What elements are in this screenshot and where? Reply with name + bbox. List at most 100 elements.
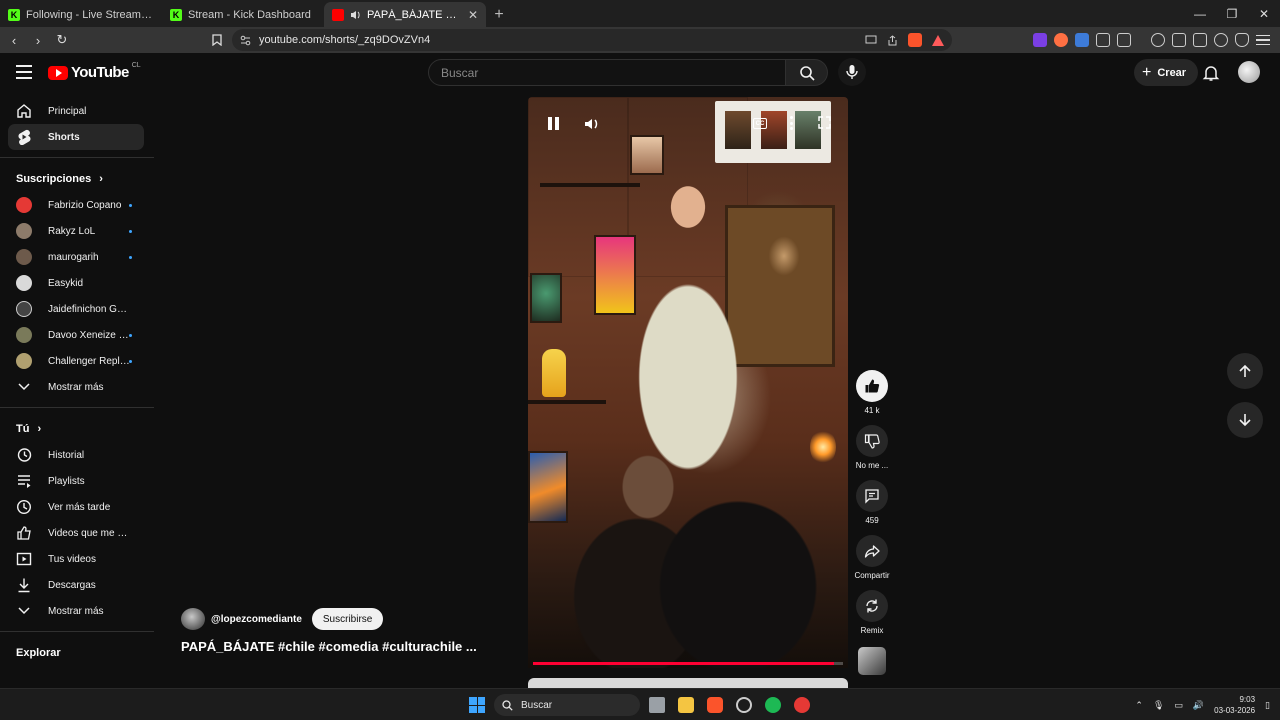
extension-icon[interactable]: [1054, 33, 1068, 47]
downloads-icon: [16, 577, 32, 593]
search-icon: [502, 699, 513, 711]
fullscreen-icon[interactable]: [818, 116, 831, 129]
short-video-player[interactable]: CC: [528, 97, 848, 668]
browser-tab-kick-dashboard[interactable]: K Stream - Kick Dashboard: [162, 2, 324, 27]
brave-rewards-icon[interactable]: [932, 34, 944, 46]
subscriptions-header[interactable]: Suscripciones ›: [0, 166, 154, 192]
cast-icon[interactable]: [865, 35, 877, 45]
notifications-icon[interactable]: ▯: [1265, 700, 1270, 711]
media-icon[interactable]: [1151, 33, 1165, 47]
sidebar-item-your-videos[interactable]: Tus videos: [8, 546, 144, 572]
channel-avatar[interactable]: [181, 608, 205, 630]
short-title[interactable]: PAPÁ_BÁJATE #chile #comedia #culturachil…: [181, 639, 477, 654]
sidebar-subscription-fabrizio-copano[interactable]: Fabrizio Copano: [8, 192, 144, 218]
taskbar-clock[interactable]: 9:03 03-03-2026: [1214, 694, 1255, 716]
back-icon[interactable]: ‹: [4, 30, 24, 50]
next-short-preview[interactable]: [528, 678, 848, 688]
brave-browser-icon[interactable]: [707, 697, 723, 713]
vpn-icon[interactable]: [1235, 33, 1249, 47]
reload-icon[interactable]: ↻: [52, 30, 72, 50]
like-count: 41 k: [864, 406, 880, 415]
subscribe-button[interactable]: Suscribirse: [311, 608, 384, 630]
voice-search-button[interactable]: [838, 58, 866, 86]
plus-icon: +: [1142, 63, 1152, 81]
channel-avatar: [16, 301, 32, 317]
microphone-icon[interactable]: 🎙: [1153, 700, 1164, 711]
extension-icon[interactable]: [1033, 33, 1047, 47]
sidebar-item-liked-videos[interactable]: Videos que me gus...: [8, 520, 144, 546]
bookmark-icon[interactable]: [208, 30, 226, 50]
url-text: youtube.com/shorts/_zq9DOvZVn4: [259, 34, 431, 46]
wallet-icon[interactable]: [1117, 33, 1131, 47]
brave-shields-icon[interactable]: [908, 33, 922, 47]
browser-tab-youtube-short[interactable]: PAPÁ_BÁJATE #chile #comedia ✕: [324, 2, 486, 27]
sidebar-divider: [0, 157, 154, 158]
network-icon[interactable]: ▭: [1174, 700, 1183, 711]
tab-audio-icon[interactable]: [350, 10, 361, 20]
create-button[interactable]: + Crear: [1134, 59, 1199, 86]
sidebar-item-shorts[interactable]: Shorts: [8, 124, 144, 150]
sidebar-show-more-you[interactable]: Mostrar más: [8, 598, 144, 624]
share-button[interactable]: [856, 535, 888, 567]
browser-tab-kick-following[interactable]: K Following - Live Streams on Kick: [0, 2, 162, 27]
sidebar-subscription-challenger-replays[interactable]: Challenger Repla...: [8, 348, 144, 374]
sidebar-subscription-jaidefinichon[interactable]: Jaidefinichon GOTH: [8, 296, 144, 322]
forward-icon[interactable]: ›: [28, 30, 48, 50]
app-icon[interactable]: [794, 697, 810, 713]
pause-icon[interactable]: [548, 117, 562, 131]
share-page-icon[interactable]: [887, 34, 898, 46]
puzzle-icon[interactable]: [1096, 33, 1110, 47]
taskbar-search[interactable]: Buscar: [494, 694, 640, 716]
youtube-logo[interactable]: YouTube CL: [48, 62, 141, 81]
captions-button[interactable]: CC: [753, 118, 767, 129]
hamburger-menu-icon[interactable]: [16, 65, 32, 79]
like-button[interactable]: [856, 370, 888, 402]
you-header[interactable]: Tú ›: [0, 416, 154, 442]
search-button[interactable]: [786, 59, 828, 86]
next-short-button[interactable]: [1227, 402, 1263, 438]
sidebar-item-watch-later[interactable]: Ver más tarde: [8, 494, 144, 520]
sidebar-item-playlists[interactable]: Playlists: [8, 468, 144, 494]
site-settings-icon[interactable]: [240, 35, 251, 46]
search-input[interactable]: [441, 65, 785, 80]
close-tab-icon[interactable]: ✕: [468, 8, 478, 22]
sidebar-subscription-davoo-xeneize[interactable]: Davoo Xeneize P...: [8, 322, 144, 348]
new-tab-button[interactable]: +: [486, 2, 512, 27]
sidebar-subscription-easykid[interactable]: Easykid: [8, 270, 144, 296]
file-explorer-icon[interactable]: [678, 697, 694, 713]
speaker-icon[interactable]: 🔊: [1193, 700, 1204, 711]
extension-icon[interactable]: [1075, 33, 1089, 47]
chevron-up-icon[interactable]: ⌃: [1135, 700, 1143, 711]
youtube-play-icon: [48, 65, 68, 80]
sidebar-subscription-rakyz-lol[interactable]: Rakyz LoL: [8, 218, 144, 244]
leo-icon[interactable]: [1214, 33, 1228, 47]
sidebar-item-downloads[interactable]: Descargas: [8, 572, 144, 598]
volume-icon[interactable]: [584, 116, 600, 132]
sidebar-item-principal[interactable]: Principal: [8, 98, 144, 124]
more-vertical-icon[interactable]: [789, 116, 793, 130]
video-progress-bar[interactable]: [533, 662, 843, 665]
close-window-icon[interactable]: ✕: [1248, 0, 1280, 27]
dislike-button[interactable]: [855, 425, 888, 457]
browser-menu-icon[interactable]: [1256, 33, 1270, 47]
maximize-icon[interactable]: ❐: [1216, 0, 1248, 27]
notifications-button[interactable]: [1202, 64, 1220, 82]
sidebar-toggle-icon[interactable]: [1172, 33, 1186, 47]
comments-button[interactable]: [856, 480, 888, 512]
previous-short-button[interactable]: [1227, 353, 1263, 389]
sidebar-subscription-maurogarih[interactable]: maurogarih: [8, 244, 144, 270]
spotify-icon[interactable]: [765, 697, 781, 713]
task-view-icon[interactable]: [649, 697, 665, 713]
comment-count: 459: [865, 516, 879, 525]
wallet-icon[interactable]: [1193, 33, 1207, 47]
sidebar-show-more-subscriptions[interactable]: Mostrar más: [8, 374, 144, 400]
app-icon[interactable]: [736, 697, 752, 713]
account-avatar[interactable]: [1238, 61, 1260, 83]
channel-name[interactable]: @lopezcomediante: [211, 614, 302, 625]
sound-thumbnail[interactable]: [858, 647, 886, 675]
sidebar-item-historial[interactable]: Historial: [8, 442, 144, 468]
address-bar[interactable]: youtube.com/shorts/_zq9DOvZVn4: [232, 29, 952, 51]
remix-button[interactable]: [856, 590, 888, 622]
windows-start-icon[interactable]: [469, 697, 485, 713]
minimize-icon[interactable]: —: [1184, 0, 1216, 27]
